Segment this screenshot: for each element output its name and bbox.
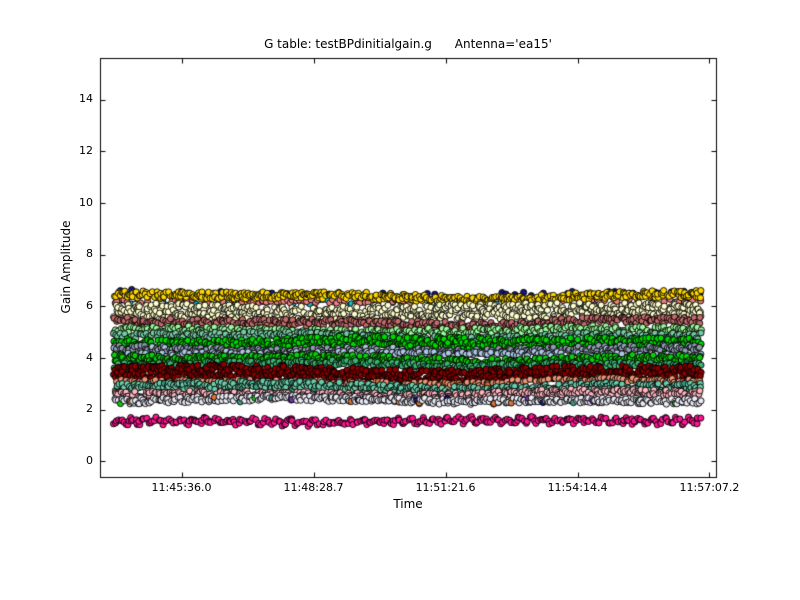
x-tick-label: 11:57:07.2 [679,481,740,494]
x-axis-label: Time [393,497,423,511]
x-tick-label: 11:45:36.0 [151,481,212,494]
y-tick-label: 2 [86,402,93,416]
y-tick-label: 4 [86,350,93,364]
y-tick-label: 8 [86,247,93,261]
y-tick-label: 0 [86,453,93,467]
plot-figure: G table: testBPdinitialgain.g Antenna='e… [0,0,800,600]
y-tick-label: 6 [86,298,93,312]
x-tick-label: 11:48:28.7 [283,481,344,494]
x-tick-label: 11:54:14.4 [547,481,608,494]
x-tick-label: 11:51:21.6 [415,481,476,494]
y-tick-label: 10 [79,195,93,209]
plot-title: G table: testBPdinitialgain.g Antenna='e… [264,37,552,51]
y-tick-label: 12 [79,143,93,157]
y-tick-label: 14 [79,92,93,106]
